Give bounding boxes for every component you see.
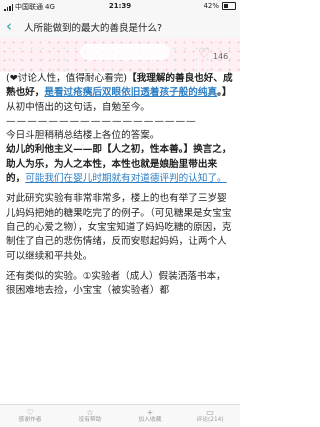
battery-percent: 42% <box>203 2 219 10</box>
tab-thank-author[interactable]: ♡ 感谢作者 <box>0 405 60 427</box>
thank-icon: ♡ <box>26 408 34 417</box>
paragraph-summary: 今日斗胆稍稍总结楼上各位的答案。 <box>6 130 160 142</box>
answer-body: (❤讨论人性，值得耐心看完)【我理解的善良也好、成熟也好，是看过疮痍后双眼依旧透… <box>6 72 234 298</box>
tab-label: 没有帮助 <box>78 417 102 423</box>
page-title: 人所能做到的最大的善良是什么? <box>24 23 163 34</box>
status-right: 42% <box>203 2 236 10</box>
intro-link[interactable]: 是看过疮痍后双眼依旧透着孩子般的纯真 <box>44 87 217 98</box>
paragraph-motto: 从初中悟出的这句话，自勉至今。 <box>6 101 150 113</box>
tab-not-helpful[interactable]: ☆ 没有帮助 <box>60 405 120 427</box>
comment-icon: ▭ <box>206 408 214 417</box>
battery-icon <box>222 2 236 10</box>
paragraph-experiment-2: 还有类似的实验。①实验者（成人）假装洒落书本，很困难地去捡，小宝宝（被实验者）都 <box>6 270 226 297</box>
altruism-quote: 【人之初，性本善。】 <box>101 144 194 156</box>
intro-end: 。】 <box>217 87 232 99</box>
tab-comments[interactable]: ▭ 评论(214) <box>180 405 240 427</box>
paragraph-altruism: 幼儿的利他主义——即【人之初，性本善。】换言之，助人为乐，为人之本性，本性也就是… <box>6 143 234 186</box>
bottom-tab-bar: ♡ 感谢作者 ☆ 没有帮助 + 加入收藏 ▭ 评论(214) <box>0 404 240 427</box>
altruism-heading: 幼儿的利他主义——即 <box>6 144 102 156</box>
like-count: 146 <box>213 52 229 61</box>
tab-label: 感谢作者 <box>18 417 42 423</box>
not-helpful-icon: ☆ <box>86 408 94 417</box>
paragraph-intro: (❤讨论人性，值得耐心看完)【我理解的善良也好、成熟也好，是看过疮痍后双眼依旧透… <box>6 72 234 101</box>
paragraph-experiment: 对此研究实验有非常非常多，楼上的也有举了三岁婴儿妈妈把她的糖果吃完了的例子。（可… <box>6 193 232 262</box>
tab-favorite[interactable]: + 加入收藏 <box>120 405 180 427</box>
status-bar: 中国联通 4G 21:39 42% <box>0 0 240 14</box>
cloud-decoration <box>80 44 170 60</box>
tab-label: 加入收藏 <box>138 417 162 423</box>
tab-label: 评论(214) <box>196 417 224 423</box>
intro-note: (❤讨论人性，值得耐心看完) <box>6 73 128 84</box>
altruism-link[interactable]: 可能我们在婴儿时期就有对道德评判的认知了。 <box>25 173 226 184</box>
heart-icon[interactable]: ♡ <box>198 46 211 62</box>
back-arrow-icon[interactable]: ‹ <box>6 17 12 35</box>
nav-header: ‹ 人所能做到的最大的善良是什么? <box>0 14 240 38</box>
divider-line: —————————————————— <box>6 115 197 127</box>
add-favorite-icon: + <box>146 408 154 417</box>
